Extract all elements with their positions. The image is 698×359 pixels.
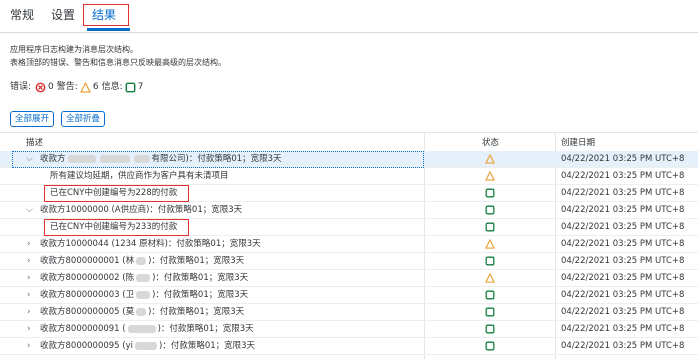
error-icon [35,82,46,92]
row-date: 04/22/2021 03:25 PM UTC+8 [561,341,685,351]
redacted-text [136,256,147,265]
table-row[interactable]: › 收款方8000000003 (卫)：付款策略01；宽限3天 04/22/20… [0,287,698,304]
success-icon [485,188,495,198]
table-row[interactable]: ⌵ 收款方10000000 (A供应商)：付款策略01；宽限3天 04/22/2… [0,202,698,219]
warning-count: 6 [92,82,99,92]
table-row[interactable]: › 收款方8000000091 ()：付款策略01；宽限3天 04/22/202… [0,321,698,338]
row-date: 04/22/2021 03:25 PM UTC+8 [561,154,685,164]
success-icon [485,256,495,266]
selected-row-outline [12,151,424,168]
row-date: 04/22/2021 03:25 PM UTC+8 [561,290,685,300]
active-tab-indicator [87,28,130,31]
description-line-1: 应用程序日志构建为消息层次结构。 [10,45,138,54]
tab-bar: 常规 设置 结果 [0,0,698,33]
redacted-text [127,324,156,333]
success-icon [485,290,495,300]
column-header-description[interactable]: 描述 [26,136,43,148]
chevron-right-icon[interactable]: › [27,290,31,300]
row-text: 收款方10000000 (A供应商)：付款策略01；宽限3天 [40,205,243,215]
warning-icon [485,273,495,283]
chevron-right-icon[interactable]: › [27,273,31,283]
chevron-right-icon[interactable]: › [27,341,31,351]
row-date: 04/22/2021 03:25 PM UTC+8 [561,239,685,249]
warning-icon [485,171,495,181]
row-date: 04/22/2021 03:25 PM UTC+8 [561,222,685,232]
success-icon [485,222,495,232]
warning-icon [80,81,91,93]
row-text: 收款方8000000091 ()：付款策略01；宽限3天 [40,324,254,334]
info-count: 7 [137,82,144,92]
row-text: 收款方8000000001 (林)：付款策略01；宽限3天 [40,256,245,266]
row-text: 收款方10000044 (1234 原材料)：付款策略01；宽限3天 [40,239,261,249]
redacted-text [136,290,151,299]
tab-settings[interactable]: 设置 [51,6,75,24]
description-line-2: 表格顶部的错误、警告和信息消息只反映最高级的层次结构。 [10,58,226,67]
row-text: 所有建议均延期，供应商作为客户具有未清项目 [50,171,229,181]
warning-icon [485,154,495,164]
row-date: 04/22/2021 03:25 PM UTC+8 [561,171,685,181]
error-count: 0 [48,82,54,92]
table-row[interactable]: › 收款方8000000095 (yi)：付款策略01；宽限3天 04/22/2… [0,338,698,355]
column-header-created[interactable]: 创建日期 [561,136,595,148]
row-date: 04/22/2021 03:25 PM UTC+8 [561,307,685,317]
error-label: 错误: [10,82,32,92]
table-row[interactable]: › 收款方8000000002 (陈)：付款策略01；宽限3天 04/22/20… [0,270,698,287]
row-text: 收款方8000000002 (陈)：付款策略01；宽限3天 [40,273,249,283]
row-date: 04/22/2021 03:25 PM UTC+8 [561,256,685,266]
chevron-right-icon[interactable]: › [27,324,31,334]
success-icon [485,341,495,351]
message-counts: 错误: 0 警告: 6 信息: 7 [10,80,143,94]
row-date: 04/22/2021 03:25 PM UTC+8 [561,188,685,198]
row-date: 04/22/2021 03:25 PM UTC+8 [561,324,685,334]
redacted-text [135,341,157,350]
row-date: 04/22/2021 03:25 PM UTC+8 [561,273,685,283]
redacted-text [136,273,151,282]
redacted-text [136,307,147,316]
column-header-status[interactable]: 状态 [482,136,499,148]
table-row[interactable]: › 收款方10000044 (1234 原材料)：付款策略01；宽限3天 04/… [0,236,698,253]
row-text: 收款方8000000005 (莫)：付款策略01；宽限3天 [40,307,245,317]
warning-icon [485,239,495,249]
warning-label: 警告: [56,82,78,92]
table-row[interactable]: 所有建议均延期，供应商作为客户具有未清项目 04/22/2021 03:25 P… [0,168,698,185]
table-header: 描述 状态 创建日期 [0,132,698,152]
chevron-right-icon[interactable]: › [27,307,31,317]
row-date: 04/22/2021 03:25 PM UTC+8 [561,205,685,215]
highlight-box-payment-228 [44,185,189,202]
table-row[interactable]: › 收款方8000000001 (林)：付款策略01；宽限3天 04/22/20… [0,253,698,270]
expand-all-button[interactable]: 全部展开 [10,111,55,127]
success-icon [485,307,495,317]
chevron-right-icon[interactable]: › [27,239,31,249]
table-row[interactable]: › 收款方8000000005 (莫)：付款策略01；宽限3天 04/22/20… [0,304,698,321]
tab-general[interactable]: 常规 [10,6,34,24]
chevron-down-icon[interactable]: ⌵ [26,205,33,215]
chevron-right-icon[interactable]: › [27,256,31,266]
highlight-box-payment-233 [44,219,189,236]
row-text: 收款方8000000003 (卫)：付款策略01；宽限3天 [40,290,249,300]
collapse-all-button[interactable]: 全部折叠 [61,111,106,127]
info-label: 信息: [101,82,123,92]
success-icon [125,82,136,92]
row-text: 收款方8000000095 (yi)：付款策略01；宽限3天 [40,341,256,351]
success-icon [485,205,495,215]
success-icon [485,324,495,334]
highlight-box-tab [83,4,129,26]
